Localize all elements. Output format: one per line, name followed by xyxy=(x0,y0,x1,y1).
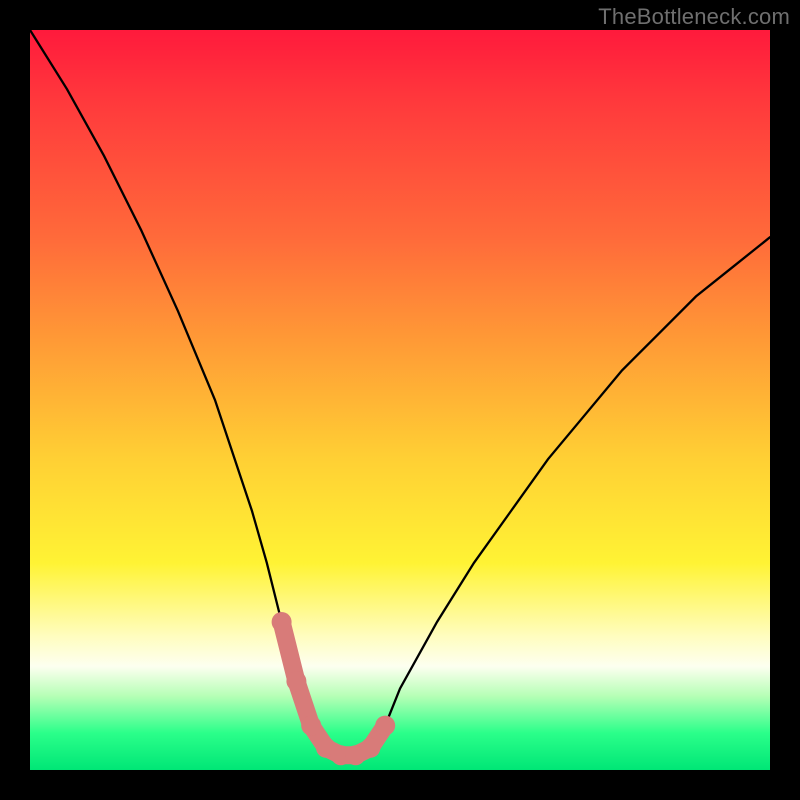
plot-area xyxy=(30,30,770,770)
bottleneck-curve xyxy=(30,30,770,755)
optimal-zone-dot xyxy=(360,738,380,758)
curve-layer xyxy=(30,30,770,770)
optimal-zone-dot xyxy=(272,612,292,632)
optimal-zone-dot xyxy=(375,716,395,736)
optimal-zone-dot xyxy=(301,716,321,736)
watermark-text: TheBottleneck.com xyxy=(598,4,790,30)
chart-frame: TheBottleneck.com xyxy=(0,0,800,800)
optimal-zone-dot xyxy=(286,671,306,691)
